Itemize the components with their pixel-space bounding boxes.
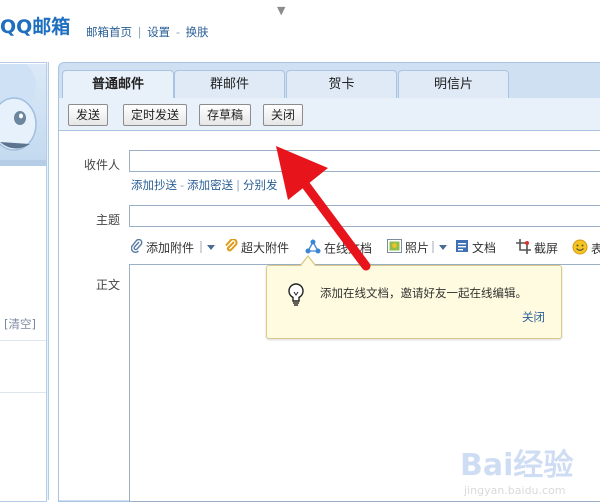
change-skin-link[interactable]: 换肤 [186,25,209,39]
photo-button[interactable]: 照片 [387,239,429,256]
link-separator: - [175,25,180,39]
mail-home-link[interactable]: 邮箱首页 [86,25,132,39]
subject-label: 主题 [96,213,121,227]
lightbulb-icon [287,282,305,311]
document-button[interactable]: 文档 [455,239,496,256]
add-attachment-button[interactable]: 添加附件 [130,238,195,256]
qq-mail-logo[interactable]: QQ邮箱 [0,12,70,39]
emoji-label: 表 [591,242,600,256]
clear-link[interactable]: [清空] [4,316,36,332]
screenshot-button[interactable]: 截屏 [516,239,558,257]
add-attachment-label: 添加附件 [146,241,195,255]
link-separator: | [137,25,142,39]
sidebar-divider [0,160,46,166]
recipient-label: 收件人 [84,158,121,172]
tab-group-mail[interactable]: 群邮件 [174,70,285,98]
photo-dropdown-icon[interactable] [431,241,451,256]
attachment-dropdown-icon[interactable] [199,241,219,256]
save-draft-button[interactable]: 存草稿 [199,104,252,126]
tab-postcard[interactable]: 明信片 [398,70,509,98]
sidebar-line [0,340,46,341]
photo-label: 照片 [405,241,430,255]
penguin-mascot-icon [0,64,46,160]
cc-links: 添加抄送 - 添加密送 | 分别发 [131,177,278,193]
tooltip-text: 添加在线文档，邀请好友一起在线编辑。 [320,286,527,300]
red-annotation-arrow-icon [268,140,378,278]
body-label: 正文 [96,278,121,292]
tab-greeting-card[interactable]: 贺卡 [286,70,397,98]
scheduled-send-button[interactable]: 定时发送 [123,104,188,126]
settings-link[interactable]: 设置 [147,25,170,39]
screenshot-icon [516,239,531,257]
baidu-jingyan-watermark: Bai经验 jingyan.baidu.com [460,440,573,497]
add-bcc-link[interactable]: 添加密送 [187,178,233,192]
sidebar-line [0,392,46,393]
top-links: 邮箱首页 | 设置 - 换肤 [86,24,209,40]
close-button[interactable]: 关闭 [263,104,304,126]
link-separator: | [236,178,241,192]
tooltip-close-link[interactable]: 关闭 [522,309,545,325]
send-button[interactable]: 发送 [68,104,109,126]
link-separator: - [180,178,185,192]
dropdown-triangle-icon[interactable]: ▼ [277,4,285,17]
paperclip-icon [130,238,143,256]
watermark-text: Bai经验 [460,448,574,483]
photo-icon [387,239,402,256]
document-icon [455,239,469,256]
large-attachment-icon [224,238,238,256]
screenshot-label: 截屏 [534,241,559,256]
document-label: 文档 [472,241,497,255]
add-cc-link[interactable]: 添加抄送 [131,178,177,192]
emoji-icon [572,239,588,258]
tab-normal-mail[interactable]: 普通邮件 [62,70,174,100]
emoji-button[interactable]: 表 [572,239,600,258]
watermark-url: jingyan.baidu.com [464,484,566,497]
